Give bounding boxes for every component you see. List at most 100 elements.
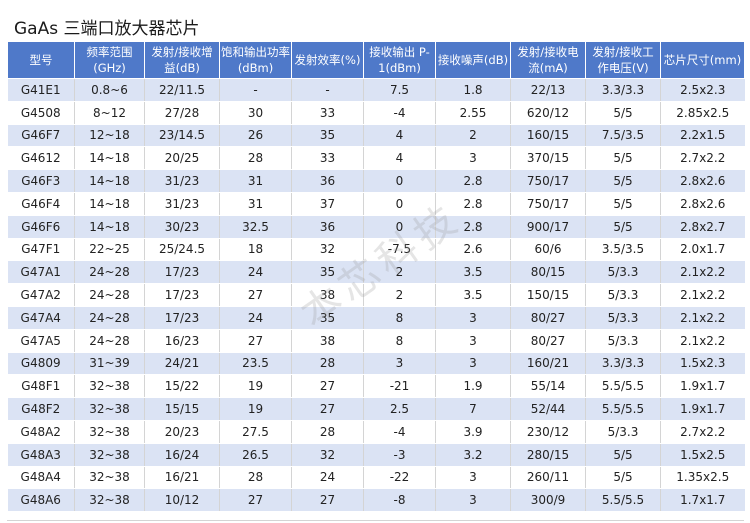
table-cell: 24~28: [74, 260, 145, 285]
model-cell: G46F4: [7, 192, 75, 216]
spec-table: 型号 频率范围(GHz) 发射/接收增益(dB) 饱和输出功率(dBm) 发射效…: [7, 41, 745, 513]
model-cell: G48A6: [7, 488, 75, 513]
table-cell: 1.5x2.5: [660, 443, 745, 467]
table-cell: 5/5: [585, 215, 661, 239]
table-cell: 24: [219, 260, 292, 285]
table-cell: 28: [291, 420, 364, 444]
table-cell: 260/11: [510, 466, 586, 490]
table-cell: 27: [291, 374, 364, 399]
table-cell: 2: [363, 283, 436, 307]
table-cell: 15/22: [144, 374, 220, 399]
table-cell: 3.5: [435, 260, 511, 285]
table-cell: 2.5: [363, 397, 436, 421]
table-cell: 38: [291, 283, 364, 307]
table-cell: 28: [219, 146, 292, 171]
table-cell: 22~25: [74, 238, 145, 262]
table-row: G48A4 32~38 16/21 28 24 -22 3 260/11 5/5 1.35x2.5: [7, 466, 745, 490]
table-cell: 2.1x2.2: [660, 329, 745, 353]
table-cell: 3.5: [435, 283, 511, 307]
header-cell: 接收输出 P-1(dBm): [363, 41, 436, 79]
table-cell: 28: [219, 466, 292, 490]
table-body: G41E1 0.8~6 22/11.5- -7.5 1.8 22/13 3.3/3.3 2.5…: [7, 78, 745, 513]
model-cell: G48A2: [7, 420, 75, 444]
table-cell: 2.1x2.2: [660, 283, 745, 307]
table-cell: 900/17: [510, 215, 586, 239]
page-title: GaAs 三端口放大器芯片: [14, 19, 200, 39]
table-cell: 31: [219, 169, 292, 193]
table-cell: 1.35x2.5: [660, 466, 745, 490]
table-cell: 160/15: [510, 124, 586, 148]
table-cell: 1.8: [435, 78, 511, 102]
table-cell: 0: [363, 192, 436, 216]
table-cell: 37: [291, 192, 364, 216]
table-cell: -4: [363, 101, 436, 125]
table-cell: 3: [435, 352, 511, 376]
table-cell: 80/27: [510, 329, 586, 353]
table-cell: 32.5: [219, 215, 292, 239]
table-cell: 32~38: [74, 374, 145, 399]
table-row: G48A2 32~38 20/23 27.5 28 -4 3.9 230/12 5/3.3 2.7…: [7, 420, 745, 444]
table-cell: 2.8x2.6: [660, 169, 745, 193]
table-cell: 3: [435, 329, 511, 353]
table-cell: 8~12: [74, 101, 145, 125]
table-cell: 4: [363, 146, 436, 171]
table-cell: 620/12: [510, 101, 586, 125]
table-cell: 3.9: [435, 420, 511, 444]
table-cell: 5/3.3: [585, 420, 661, 444]
table-cell: 80/27: [510, 306, 586, 330]
table-cell: 24~28: [74, 283, 145, 307]
table-row: G46F4 14~18 31/23 31 37 0 2.8 750/17 5/5 2.8x2.6: [7, 192, 745, 216]
table-cell: 14~18: [74, 215, 145, 239]
table-cell: 16/24: [144, 443, 220, 467]
table-cell: 80/15: [510, 260, 586, 285]
table-cell: 750/17: [510, 192, 586, 216]
table-cell: 33: [291, 146, 364, 171]
table-cell: 5/5: [585, 169, 661, 193]
table-cell: 2: [363, 260, 436, 285]
table-cell: 55/14: [510, 374, 586, 399]
table-cell: 3: [435, 466, 511, 490]
model-cell: G46F7: [7, 124, 75, 148]
table-cell: 27: [219, 283, 292, 307]
model-cell: G48A3: [7, 443, 75, 467]
table-cell: 19: [219, 397, 292, 421]
table-row: G47A2 24~28 17/23 27 38 2 3.5 150/15 5/3.3 2.1x2.…: [7, 283, 745, 307]
table-cell: 60/6: [510, 238, 586, 262]
table-cell: 2.8: [435, 192, 511, 216]
model-cell: G47F1: [7, 238, 75, 262]
table-cell: 5/5: [585, 466, 661, 490]
table-cell: 27: [291, 488, 364, 513]
table-cell: 1.9x1.7: [660, 397, 745, 421]
table-cell: 2.6: [435, 238, 511, 262]
table-row: G4508 8~12 27/28 30 33 -4 2.55 620/12 5/5 2.85x2.…: [7, 101, 745, 125]
table-cell: 1.9x1.7: [660, 374, 745, 399]
model-cell: G41E1: [7, 78, 75, 102]
header-cell: 发射/接收工作电压(V): [585, 41, 661, 79]
table-row: G47A4 24~28 17/23 24 35 8 3 80/27 5/3.3 2.1x2.2: [7, 306, 745, 330]
table-header-row: 型号 频率范围(GHz) 发射/接收增益(dB) 饱和输出功率(dBm) 发射效…: [7, 41, 745, 79]
table-cell: 30/23: [144, 215, 220, 239]
table-cell: 0: [363, 169, 436, 193]
table-cell: 0: [363, 215, 436, 239]
table-cell: 26.5: [219, 443, 292, 467]
table-cell: 150/15: [510, 283, 586, 307]
table-cell: 5.5/5.5: [585, 488, 661, 513]
table-row: G41E1 0.8~6 22/11.5- -7.5 1.8 22/13 3.3/3.3 2.5…: [7, 78, 745, 102]
table-cell: 3: [363, 352, 436, 376]
model-cell: G48A4: [7, 466, 75, 490]
header-cell: 型号: [7, 41, 75, 79]
header-cell: 饱和输出功率(dBm): [219, 41, 292, 79]
table-cell: 32~38: [74, 420, 145, 444]
table-cell: 18: [219, 238, 292, 262]
table-cell: 23/14.5: [144, 124, 220, 148]
table-cell: 35: [291, 260, 364, 285]
table-cell: 8: [363, 306, 436, 330]
table-cell: 2.2x1.5: [660, 124, 745, 148]
table-cell: 32~38: [74, 397, 145, 421]
table-cell: 3.2: [435, 443, 511, 467]
table-cell: 22/11.5: [144, 78, 220, 102]
table-row: G48A6 32~38 10/12 27 27 -8 3 300/9 5.5/5.5 1.7x1.…: [7, 488, 745, 513]
table-cell: 27/28: [144, 101, 220, 125]
table-row: G4612 14~18 20/25 28 33 4 3 370/15 5/5 2.7x2.2: [7, 146, 745, 171]
model-cell: G47A5: [7, 329, 75, 353]
